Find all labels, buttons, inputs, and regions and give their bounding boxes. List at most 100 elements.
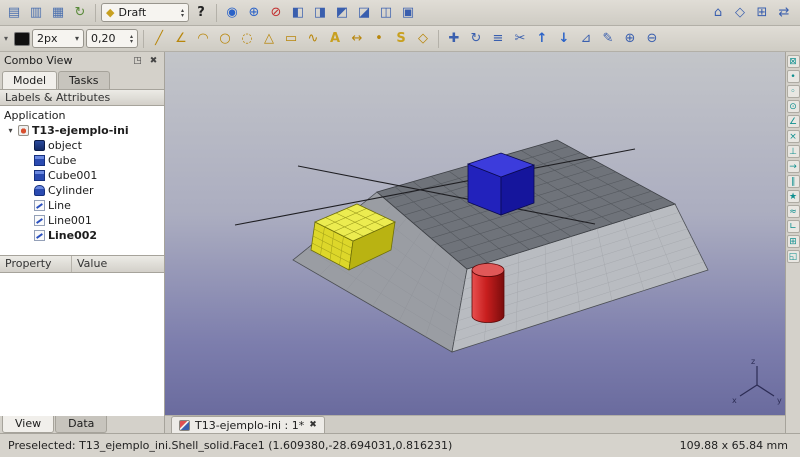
draft-offset-icon[interactable]: ≡ xyxy=(488,29,508,49)
red-cylinder-top[interactable] xyxy=(472,264,504,277)
draft-downgrade-icon[interactable]: ↓ xyxy=(554,29,574,49)
snap-intersection-icon[interactable]: × xyxy=(787,130,800,143)
snap-perpendicular-icon[interactable]: ⊥ xyxy=(787,145,800,158)
snap-workingplane-icon[interactable]: ◱ xyxy=(787,250,800,263)
tree-item[interactable]: Line002 xyxy=(0,228,164,243)
new-document-icon[interactable]: ▤ xyxy=(4,3,24,23)
tree-item[interactable]: Line001 xyxy=(0,213,164,228)
right-view-icon-group: ⌂◇⊞⇄ xyxy=(708,3,796,23)
draft-polyline-icon[interactable]: ∠ xyxy=(171,29,191,49)
view-front-icon[interactable]: ◨ xyxy=(310,3,330,23)
property-table-body[interactable] xyxy=(0,273,164,416)
spinbox-arrows-icon[interactable]: ▴ ▾ xyxy=(130,34,133,44)
view-rear-icon[interactable]: ◫ xyxy=(376,3,396,23)
draft-scale-icon[interactable]: ⊿ xyxy=(576,29,596,49)
draft-text-icon[interactable]: A xyxy=(325,29,345,49)
view-home-icon[interactable]: ⌂ xyxy=(708,3,728,23)
freecad-file-icon xyxy=(179,420,190,431)
dock-overlay-icon[interactable]: ⊞ xyxy=(752,3,772,23)
draft-move-icon[interactable]: ✚ xyxy=(444,29,464,49)
view-bottom-icon[interactable]: ▣ xyxy=(398,3,418,23)
draw-style-icon[interactable]: ⊘ xyxy=(266,3,286,23)
spinner-down-icon[interactable]: ▾ xyxy=(130,39,133,44)
snap-special-icon[interactable]: ★ xyxy=(787,190,800,203)
tab-tasks[interactable]: Tasks xyxy=(58,71,109,89)
document-tab[interactable]: T13-ejemplo-ini : 1* ✖ xyxy=(171,416,325,433)
draft-rotate-icon[interactable]: ↻ xyxy=(466,29,486,49)
snap-near-icon[interactable]: ≈ xyxy=(787,205,800,218)
view-axonometric-icon[interactable]: ◇ xyxy=(730,3,750,23)
property-column-header[interactable]: Property xyxy=(0,256,72,272)
tab-data[interactable]: Data xyxy=(55,416,107,433)
status-message: Preselected: T13_ejemplo_ini.Shell_solid… xyxy=(8,439,452,452)
tree-item[interactable]: Cube001 xyxy=(0,168,164,183)
snap-lock-icon[interactable]: ⊠ xyxy=(787,55,800,68)
document-tab-label: T13-ejemplo-ini : 1* xyxy=(195,419,304,432)
view-isometric-icon[interactable]: ◧ xyxy=(288,3,308,23)
save-document-icon[interactable]: ▦ xyxy=(48,3,68,23)
tree-root-label: Application xyxy=(4,109,65,122)
cube-icon xyxy=(34,170,45,181)
draft-line-icon[interactable]: ╱ xyxy=(149,29,169,49)
expander-icon[interactable]: ▾ xyxy=(6,126,15,135)
scale-spinbox[interactable]: 0,20 ▴ ▾ xyxy=(86,29,138,48)
draft-circle-icon[interactable]: ○ xyxy=(215,29,235,49)
snap-midpoint-icon[interactable]: ◦ xyxy=(787,85,800,98)
snap-ortho-icon[interactable]: ∟ xyxy=(787,220,800,233)
draft-polygon-icon[interactable]: △ xyxy=(259,29,279,49)
3d-scene[interactable]: z x y xyxy=(165,52,785,415)
draft-upgrade-icon[interactable]: ↑ xyxy=(532,29,552,49)
draft-edit-icon[interactable]: ✎ xyxy=(598,29,618,49)
draft-trimex-icon[interactable]: ✂ xyxy=(510,29,530,49)
draft-ellipse-icon[interactable]: ◌ xyxy=(237,29,257,49)
draft-join-icon[interactable]: ⊕ xyxy=(620,29,640,49)
tree-root-application[interactable]: Application xyxy=(0,108,164,123)
workbench-selector[interactable]: ◆ Draft ▴ ▾ xyxy=(101,3,189,22)
draft-point-icon[interactable]: • xyxy=(369,29,389,49)
tab-model[interactable]: Model xyxy=(2,71,57,89)
line-width-select[interactable]: 2px ▾ xyxy=(32,29,84,48)
line-color-swatch[interactable] xyxy=(14,32,30,46)
tree-item[interactable]: Line xyxy=(0,198,164,213)
draft-shapestring-icon[interactable]: S xyxy=(391,29,411,49)
open-document-icon[interactable]: ▥ xyxy=(26,3,46,23)
toolbar-overflow-icon[interactable]: ▾ xyxy=(4,34,12,43)
combo-spinner-icon[interactable]: ▴ ▾ xyxy=(181,8,184,18)
view-top-icon[interactable]: ◩ xyxy=(332,3,352,23)
float-panel-icon[interactable]: ◳ xyxy=(131,54,144,67)
draft-line-doc-icon xyxy=(34,215,45,226)
spinner-down-icon[interactable]: ▾ xyxy=(181,13,184,18)
snap-endpoint-icon[interactable]: • xyxy=(787,70,800,83)
tree-item[interactable]: object xyxy=(0,138,164,153)
tree-item[interactable]: Cube xyxy=(0,153,164,168)
close-panel-icon[interactable]: ✖ xyxy=(147,54,160,67)
fit-selection-icon[interactable]: ⊕ xyxy=(244,3,264,23)
draft-dimension-icon[interactable]: ↔ xyxy=(347,29,367,49)
whats-this-icon[interactable]: ? xyxy=(191,3,211,23)
view-right-icon[interactable]: ◪ xyxy=(354,3,374,23)
value-column-header[interactable]: Value xyxy=(72,256,164,272)
draft-split-icon[interactable]: ⊖ xyxy=(642,29,662,49)
snap-grid-icon[interactable]: ⊞ xyxy=(787,235,800,248)
refresh-icon[interactable]: ↻ xyxy=(70,3,90,23)
snap-extension-icon[interactable]: → xyxy=(787,160,800,173)
fit-all-icon[interactable]: ◉ xyxy=(222,3,242,23)
status-dimensions: 109.88 x 65.84 mm xyxy=(680,439,792,452)
tree-item[interactable]: Cylinder xyxy=(0,183,164,198)
draft-bspline-icon[interactable]: ∿ xyxy=(303,29,323,49)
snap-center-icon[interactable]: ⊙ xyxy=(787,100,800,113)
red-cylinder-body[interactable] xyxy=(472,270,504,323)
sync-view-icon[interactable]: ⇄ xyxy=(774,3,794,23)
labels-attributes-header[interactable]: Labels & Attributes xyxy=(0,89,164,106)
3d-viewport[interactable]: z x y xyxy=(165,52,785,415)
toolbar-separator xyxy=(95,4,96,22)
combo-view-panel: Combo View ◳ ✖ Model Tasks Labels & Attr… xyxy=(0,52,165,433)
draft-facebinder-icon[interactable]: ◇ xyxy=(413,29,433,49)
draft-rectangle-icon[interactable]: ▭ xyxy=(281,29,301,49)
close-tab-icon[interactable]: ✖ xyxy=(309,420,317,430)
tree-item[interactable]: ▾ T13-ejemplo-ini xyxy=(0,123,164,138)
tab-view[interactable]: View xyxy=(2,416,54,433)
snap-parallel-icon[interactable]: ∥ xyxy=(787,175,800,188)
snap-angle-icon[interactable]: ∠ xyxy=(787,115,800,128)
draft-arc-icon[interactable]: ◠ xyxy=(193,29,213,49)
